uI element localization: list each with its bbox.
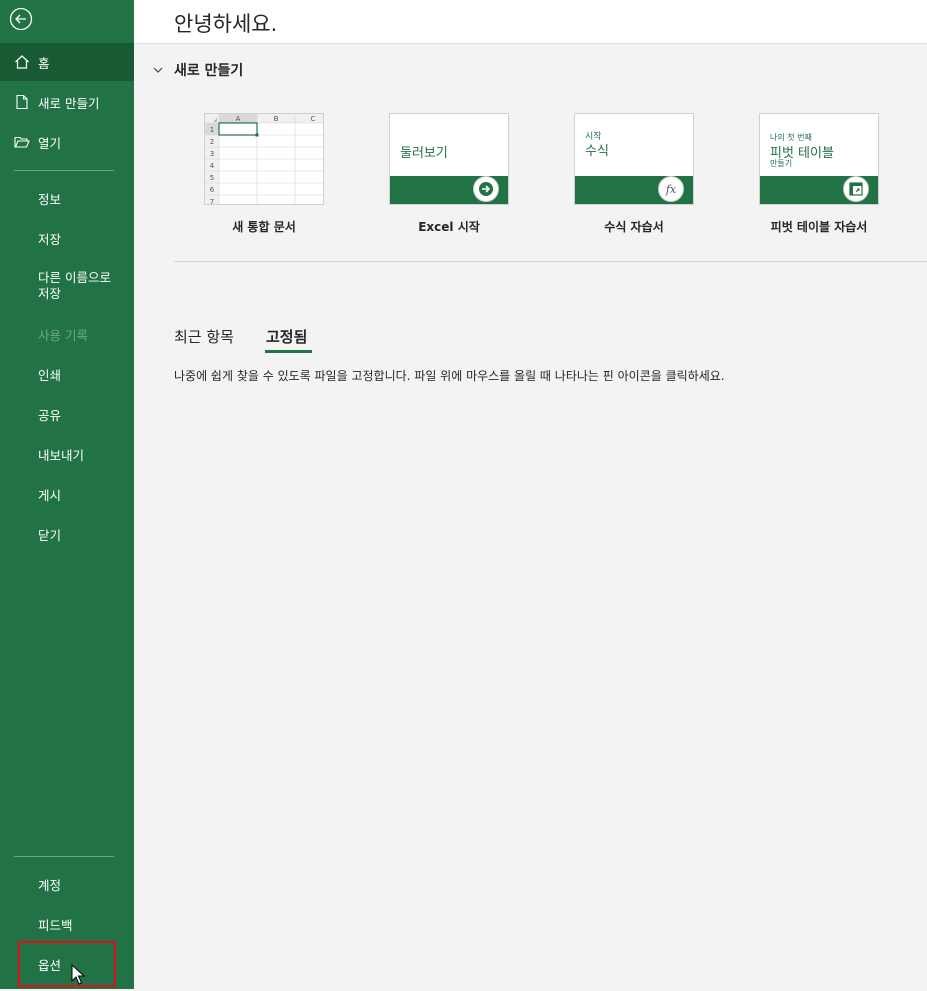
sidebar-item-open[interactable]: 열기 (0, 123, 134, 161)
options-highlight-box (18, 941, 116, 987)
sidebar-item-label: 인쇄 (38, 367, 62, 383)
sidebar-item-home[interactable]: 홈 (0, 43, 134, 81)
home-icon (14, 54, 30, 70)
greeting-header: 안녕하세요. (134, 0, 927, 44)
sidebar-item-label: 닫기 (38, 527, 62, 543)
sidebar-item-label: 피드백 (38, 917, 73, 933)
sidebar-item-label: 사용 기록 (38, 327, 88, 343)
sidebar-item-save[interactable]: 저장 (0, 219, 134, 257)
sidebar-item-label: 내보내기 (38, 447, 85, 463)
sidebar-divider (14, 856, 114, 857)
sheet-row-header: 2 (210, 138, 214, 146)
sidebar-item-feedback[interactable]: 피드백 (0, 905, 134, 943)
new-section-header[interactable]: 새로 만들기 (152, 60, 243, 80)
pinned-empty-message: 나중에 쉽게 찾을 수 있도록 파일을 고정합니다. 파일 위에 마우스를 올릴… (174, 369, 725, 383)
thumb-text: 둘러보기 (400, 146, 448, 161)
template-label[interactable]: 새 통합 문서 (184, 218, 344, 235)
new-file-icon (14, 94, 30, 110)
greeting-title: 안녕하세요. (174, 12, 278, 36)
thumb-big-text: 수식 (585, 144, 609, 159)
sidebar-item-label: 열기 (38, 135, 62, 151)
sidebar-item-info[interactable]: 정보 (0, 179, 134, 217)
template-formula-tutorial[interactable]: 시작 수식 fx (574, 113, 694, 205)
spreadsheet-thumbnail: A B C 1 2 3 4 5 6 7 (205, 114, 323, 205)
sheet-row-header: 4 (210, 162, 215, 170)
back-arrow-icon (9, 7, 33, 31)
sidebar-item-label: 게시 (38, 487, 62, 503)
save-as-line1: 다른 이름으로 (38, 270, 111, 285)
template-excel-start[interactable]: 둘러보기 (389, 113, 509, 205)
sheet-row-header: 6 (210, 186, 215, 194)
sheet-row-header: 7 (210, 198, 214, 205)
sidebar-item-close[interactable]: 닫기 (0, 515, 134, 553)
sheet-col-header: B (274, 115, 279, 123)
mouse-cursor-icon (71, 963, 86, 986)
section-divider (174, 261, 927, 262)
sidebar-item-label: 계정 (38, 877, 62, 893)
sidebar-item-label: 다른 이름으로 저장 (38, 270, 111, 302)
sheet-col-header: A (236, 115, 241, 123)
sheet-row-header: 1 (210, 126, 214, 134)
sheet-row-header: 3 (210, 150, 214, 158)
back-button[interactable] (9, 7, 33, 31)
template-label[interactable]: Excel 시작 (369, 218, 529, 235)
sidebar-item-new[interactable]: 새로 만들기 (0, 83, 134, 121)
active-tab-underline (265, 350, 312, 353)
function-fx-icon: fx (658, 176, 684, 202)
sidebar-divider (14, 170, 114, 171)
sidebar-item-label: 정보 (38, 191, 62, 207)
new-section-title: 새로 만들기 (174, 63, 244, 79)
sidebar-item-history: 사용 기록 (0, 315, 134, 353)
tab-pinned[interactable]: 고정됨 (266, 326, 307, 347)
sidebar-item-export[interactable]: 내보내기 (0, 435, 134, 473)
sidebar-item-label: 홈 (38, 55, 50, 71)
chevron-down-icon (153, 67, 163, 73)
sidebar-item-label: 저장 (38, 231, 62, 247)
sidebar-item-save-as[interactable]: 다른 이름으로 저장 (0, 266, 134, 306)
pivot-table-icon (843, 176, 869, 202)
sidebar-item-print[interactable]: 인쇄 (0, 355, 134, 393)
template-pivot-tutorial[interactable]: 나의 첫 번째 피벗 테이블 만들기 (759, 113, 879, 205)
thumb-small-text-2: 만들기 (770, 159, 793, 168)
sidebar-item-share[interactable]: 공유 (0, 395, 134, 433)
sidebar-item-label: 새로 만들기 (38, 95, 100, 111)
template-label[interactable]: 피벗 테이블 자습서 (739, 218, 899, 235)
template-label[interactable]: 수식 자습서 (554, 218, 714, 235)
sidebar-item-label: 공유 (38, 407, 62, 423)
sidebar-item-publish[interactable]: 게시 (0, 475, 134, 513)
open-folder-icon (14, 134, 30, 150)
sheet-col-header: C (311, 115, 316, 123)
template-blank-workbook[interactable]: A B C 1 2 3 4 5 6 7 (204, 113, 324, 205)
save-as-line2: 저장 (38, 286, 62, 301)
arrow-right-icon (473, 176, 499, 202)
backstage-sidebar: 홈 새로 만들기 열기 정보 저장 다른 이름으로 저장 사용 기록 인쇄 공유 … (0, 0, 134, 989)
tab-recent[interactable]: 최근 항목 (174, 326, 234, 347)
sheet-row-header: 5 (210, 174, 214, 182)
sidebar-item-account[interactable]: 계정 (0, 865, 134, 903)
